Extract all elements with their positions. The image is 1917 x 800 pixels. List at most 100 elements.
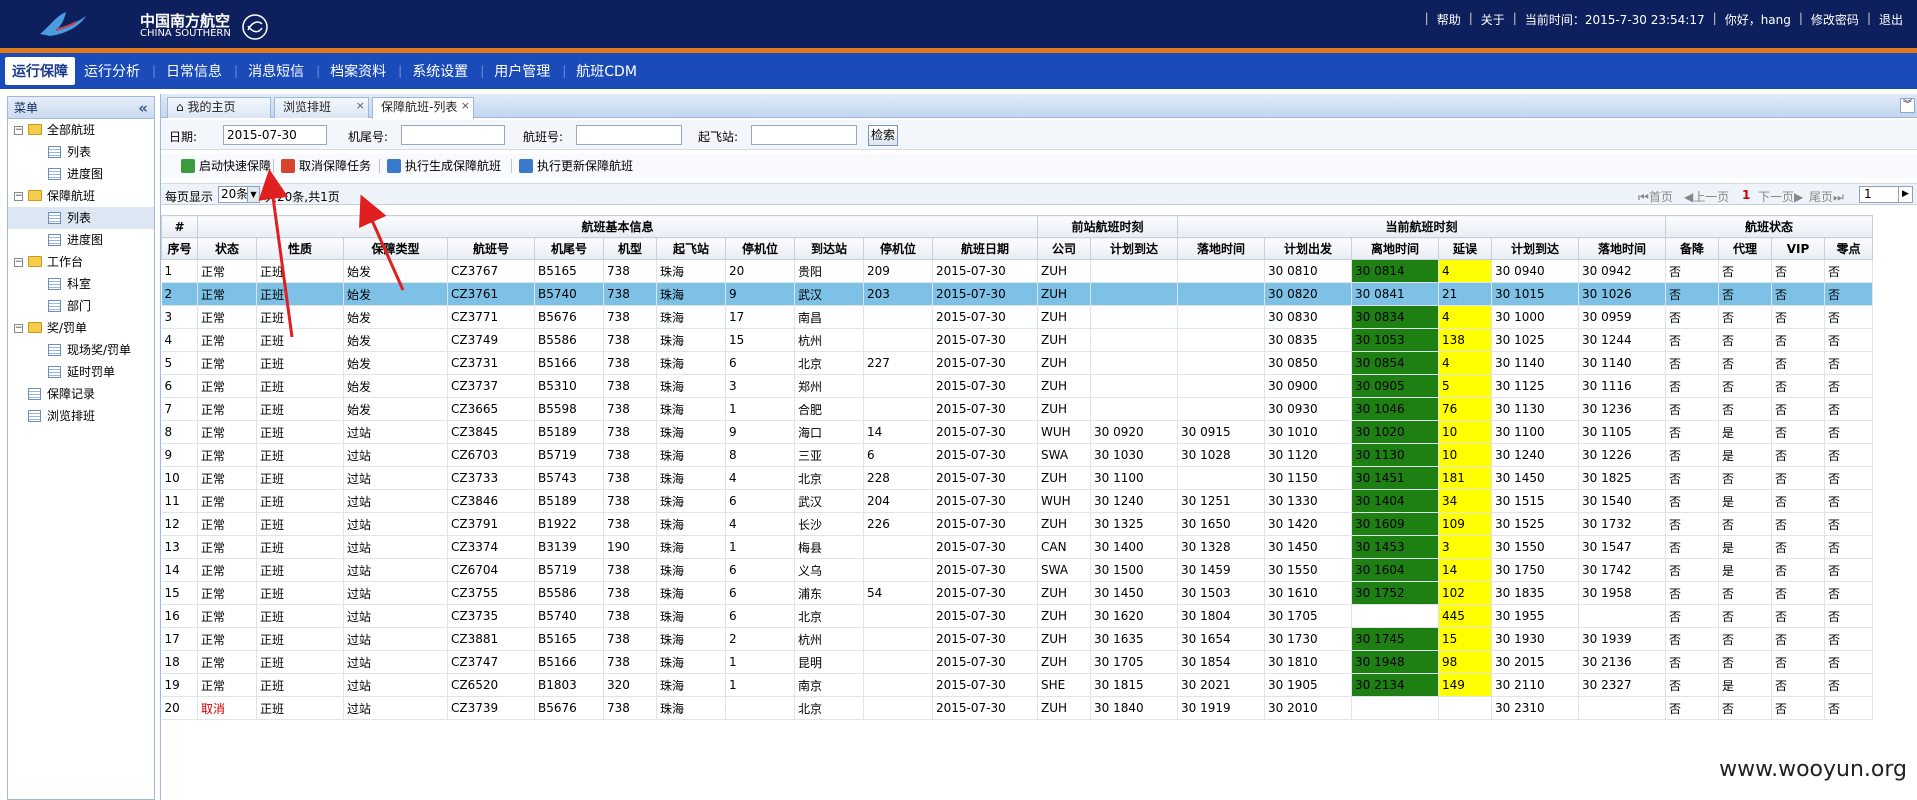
- table-row[interactable]: 3 正常 正班 始发 CZ3771 B5676 738 珠海 17 南昌 2015-07-30 ZUH…: [161, 305, 1873, 329]
- column-header[interactable]: 计划出发: [1264, 237, 1352, 260]
- table-row[interactable]: 10 正常 正班 过站 CZ3733 B5743 738 珠海 4 北京 228 2015-07-30…: [161, 466, 1873, 490]
- logout-link[interactable]: 退出: [1873, 11, 1909, 28]
- column-header[interactable]: 状态: [197, 237, 257, 260]
- sidebar-item[interactable]: − 奖/罚单: [8, 317, 154, 339]
- column-header[interactable]: 代理: [1718, 237, 1772, 260]
- nav-ops-support[interactable]: 运行保障: [5, 57, 75, 85]
- column-header[interactable]: 机型: [603, 237, 657, 260]
- tab-schedule[interactable]: 浏览排班 ×: [274, 97, 369, 118]
- sidebar-item[interactable]: 进度图: [8, 163, 154, 185]
- column-header[interactable]: 零点: [1824, 237, 1873, 260]
- collapse-toggle-icon[interactable]: −: [14, 324, 23, 333]
- tab-home[interactable]: ⌂ 我的主页: [167, 97, 271, 118]
- table-row[interactable]: 17 正常 正班 过站 CZ3881 B5165 738 珠海 2 杭州 2015-07-30 ZUH…: [161, 627, 1873, 651]
- table-cell: 正班: [256, 558, 344, 582]
- collapse-toggle-icon[interactable]: −: [14, 258, 23, 267]
- nav-archives[interactable]: 档案资料: [323, 57, 393, 85]
- collapse-toggle-icon[interactable]: −: [14, 126, 23, 135]
- table-row[interactable]: 14 正常 正班 过站 CZ6704 B5719 738 珠海 6 义乌 2015-07-30 SWA…: [161, 558, 1873, 582]
- sidebar-item[interactable]: 浏览排班: [8, 405, 154, 427]
- table-row[interactable]: 11 正常 正班 过站 CZ3846 B5189 738 珠海 6 武汉 204 2015-07-30…: [161, 489, 1873, 513]
- last-page-link[interactable]: 尾页⏭: [1809, 188, 1844, 205]
- tail-input[interactable]: [401, 125, 505, 145]
- nav-daily-info[interactable]: 日常信息: [159, 57, 229, 85]
- column-header[interactable]: 到达站: [794, 237, 864, 260]
- generate-support-flights-button[interactable]: 执行生成保障航班: [385, 157, 501, 175]
- sidebar-item[interactable]: 延时罚单: [8, 361, 154, 383]
- tab-flight-list[interactable]: 保障航班-列表 ×: [372, 97, 474, 119]
- column-header[interactable]: 停机位: [863, 237, 933, 260]
- column-header[interactable]: 延误: [1438, 237, 1492, 260]
- cancel-support-button[interactable]: 取消保障任务: [279, 157, 371, 175]
- sidebar-item[interactable]: 科室: [8, 273, 154, 295]
- first-page-link[interactable]: ⏮首页: [1638, 188, 1673, 205]
- table-row[interactable]: 6 正常 正班 始发 CZ3737 B5310 738 珠海 3 郑州 2015-07-30 ZUH 3…: [161, 374, 1873, 398]
- table-row[interactable]: 7 正常 正班 始发 CZ3665 B5598 738 珠海 1 合肥 2015-07-30 ZUH 3…: [161, 397, 1873, 421]
- nav-settings[interactable]: 系统设置: [405, 57, 475, 85]
- table-row[interactable]: 1 正常 正班 始发 CZ3767 B5165 738 珠海 20 贵阳 209 2015-07-30…: [161, 259, 1873, 283]
- sidebar-item[interactable]: − 保障航班: [8, 185, 154, 207]
- table-row[interactable]: 20 取消 正班 过站 CZ3739 B5676 738 珠海 北京 2015-07-30 ZUH 3…: [161, 696, 1873, 720]
- page-number-input[interactable]: 1: [1859, 186, 1899, 203]
- column-header[interactable]: 起飞站: [656, 237, 726, 260]
- column-header[interactable]: 序号: [161, 237, 198, 260]
- nav-user-mgmt[interactable]: 用户管理: [487, 57, 557, 85]
- date-input[interactable]: 2015-07-30: [223, 125, 327, 145]
- sidebar-item[interactable]: 进度图: [8, 229, 154, 251]
- close-icon[interactable]: ×: [356, 96, 365, 115]
- dep-input[interactable]: [751, 125, 857, 145]
- column-header[interactable]: 停机位: [725, 237, 795, 260]
- table-row[interactable]: 9 正常 正班 过站 CZ6703 B5719 738 珠海 8 三亚 6 2015-07-30 SWA…: [161, 443, 1873, 467]
- sidebar-item[interactable]: − 全部航班: [8, 119, 154, 141]
- page-size-select[interactable]: 20条 ▼: [218, 186, 260, 203]
- column-header[interactable]: 计划到达: [1491, 237, 1579, 260]
- nav-ops-analysis[interactable]: 运行分析: [77, 57, 147, 85]
- column-header[interactable]: 航班号: [447, 237, 535, 260]
- sidebar-item[interactable]: 列表: [8, 207, 154, 229]
- go-page-icon[interactable]: ▶: [1898, 186, 1913, 203]
- flight-input[interactable]: [576, 125, 682, 145]
- column-header[interactable]: 备降: [1665, 237, 1719, 260]
- column-header[interactable]: 计划到达: [1090, 237, 1178, 260]
- sidebar-item[interactable]: − 工作台: [8, 251, 154, 273]
- column-header[interactable]: 性质: [256, 237, 344, 260]
- table-row[interactable]: 5 正常 正班 始发 CZ3731 B5166 738 珠海 6 北京 227 2015-07-30 Z…: [161, 351, 1873, 375]
- column-header[interactable]: 落地时间: [1578, 237, 1666, 260]
- change-password-link[interactable]: 修改密码: [1805, 11, 1865, 28]
- column-header[interactable]: 机尾号: [534, 237, 604, 260]
- table-row[interactable]: 13 正常 正班 过站 CZ3374 B3139 190 珠海 1 梅县 2015-07-30 CAN…: [161, 535, 1873, 559]
- tab-menu-icon[interactable]: ︾: [1900, 98, 1915, 113]
- table-cell: 10: [161, 466, 198, 490]
- column-header[interactable]: 公司: [1037, 237, 1091, 260]
- sidebar-item[interactable]: 现场奖/罚单: [8, 339, 154, 361]
- nav-messages[interactable]: 消息短信: [241, 57, 311, 85]
- start-quick-support-button[interactable]: 启动快速保障: [179, 157, 271, 175]
- table-row[interactable]: 19 正常 正班 过站 CZ6520 B1803 320 珠海 1 南京 2015-07-30 SHE…: [161, 673, 1873, 697]
- about-link[interactable]: 关于: [1475, 11, 1511, 28]
- column-header[interactable]: 保障类型: [343, 237, 448, 260]
- update-support-flights-button[interactable]: 执行更新保障航班: [517, 157, 633, 175]
- table-row[interactable]: 4 正常 正班 始发 CZ3749 B5586 738 珠海 15 杭州 2015-07-30 ZUH…: [161, 328, 1873, 352]
- column-header[interactable]: 航班日期: [932, 237, 1038, 260]
- table-row[interactable]: 16 正常 正班 过站 CZ3735 B5740 738 珠海 6 北京 2015-07-30 ZUH…: [161, 604, 1873, 628]
- column-header[interactable]: 离地时间: [1351, 237, 1439, 260]
- table-row[interactable]: 18 正常 正班 过站 CZ3747 B5166 738 珠海 1 昆明 2015-07-30 ZUH…: [161, 650, 1873, 674]
- nav-flight-cdm[interactable]: 航班CDM: [569, 57, 644, 85]
- table-cell: 否: [1665, 351, 1719, 375]
- collapse-toggle-icon[interactable]: −: [14, 192, 23, 201]
- table-row[interactable]: 15 正常 正班 过站 CZ3755 B5586 738 珠海 6 浦东 54 2015-07-30 Z…: [161, 581, 1873, 605]
- column-header[interactable]: VIP: [1771, 237, 1825, 260]
- collapse-icon[interactable]: «: [138, 99, 148, 117]
- table-row[interactable]: 8 正常 正班 过站 CZ3845 B5189 738 珠海 9 海口 14 2015-07-30 WU…: [161, 420, 1873, 444]
- prev-page-link[interactable]: ◀上一页: [1684, 188, 1729, 205]
- sidebar-item[interactable]: 列表: [8, 141, 154, 163]
- sidebar-item[interactable]: 保障记录: [8, 383, 154, 405]
- close-icon[interactable]: ×: [461, 96, 470, 115]
- table-row[interactable]: 2 正常 正班 始发 CZ3761 B5740 738 珠海 9 武汉 203 2015-07-30 Z…: [161, 282, 1873, 306]
- next-page-link[interactable]: 下一页▶: [1758, 188, 1803, 205]
- column-header[interactable]: 落地时间: [1177, 237, 1265, 260]
- search-button[interactable]: 检索: [868, 125, 898, 146]
- table-row[interactable]: 12 正常 正班 过站 CZ3791 B1922 738 珠海 4 长沙 226 2015-07-30…: [161, 512, 1873, 536]
- help-link[interactable]: 帮助: [1431, 11, 1467, 28]
- sidebar-item[interactable]: 部门: [8, 295, 154, 317]
